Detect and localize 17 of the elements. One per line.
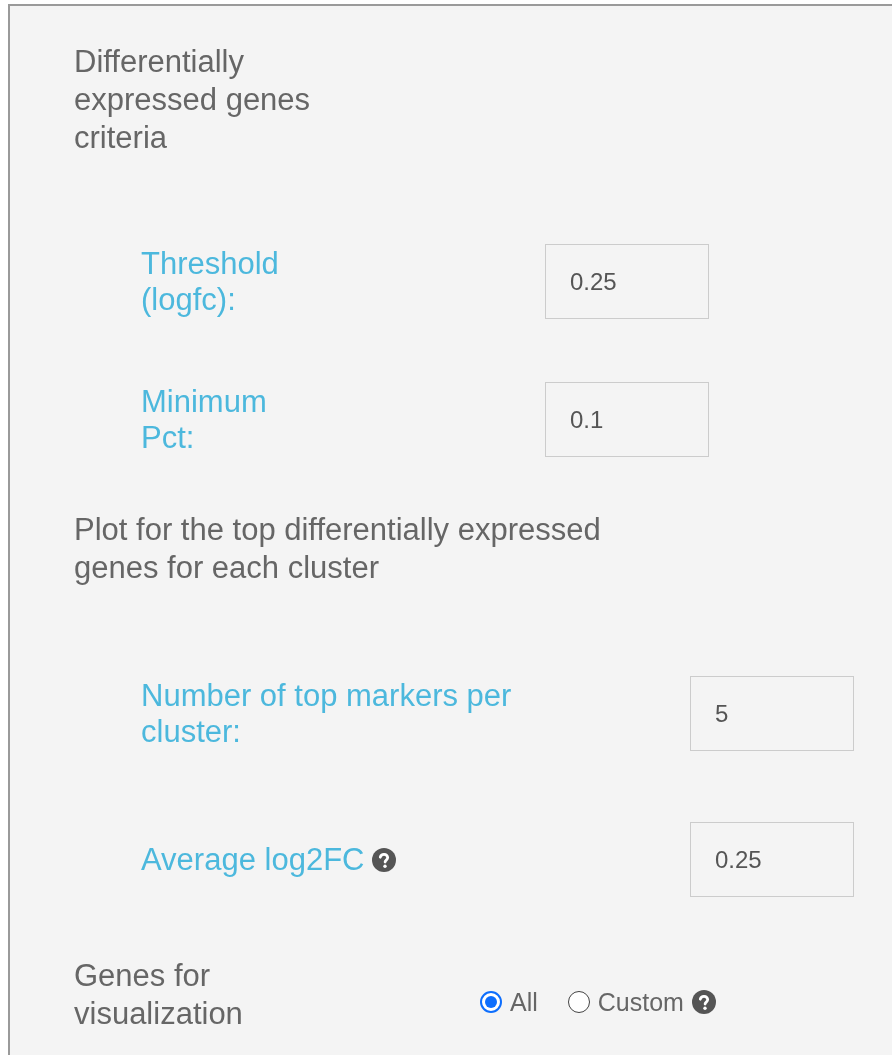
field-label: Number of top markers per cluster: xyxy=(141,677,513,750)
section-heading: Differentially expressed genes criteria xyxy=(74,43,312,157)
field-label: Genes for visualization xyxy=(74,957,244,1033)
radio-button[interactable] xyxy=(480,991,502,1013)
field-label: Threshold (logfc): xyxy=(141,245,280,318)
help-icon[interactable] xyxy=(372,847,397,872)
field-label: Minimum Pct: xyxy=(141,383,268,456)
help-icon[interactable] xyxy=(691,990,716,1014)
field-label: Average log2FC xyxy=(141,841,365,878)
number-field[interactable]: 0.25 xyxy=(545,244,709,319)
number-field[interactable]: 0.1 xyxy=(545,382,709,457)
number-field[interactable]: 0.25 xyxy=(690,822,854,897)
section-heading: Plot for the top differentially expressed genes for each cluster xyxy=(74,511,602,587)
number-field[interactable]: 5 xyxy=(690,676,854,751)
radio-button[interactable] xyxy=(567,991,590,1013)
radio-label[interactable]: All xyxy=(510,987,538,1017)
radio-label[interactable]: Custom xyxy=(597,987,684,1017)
